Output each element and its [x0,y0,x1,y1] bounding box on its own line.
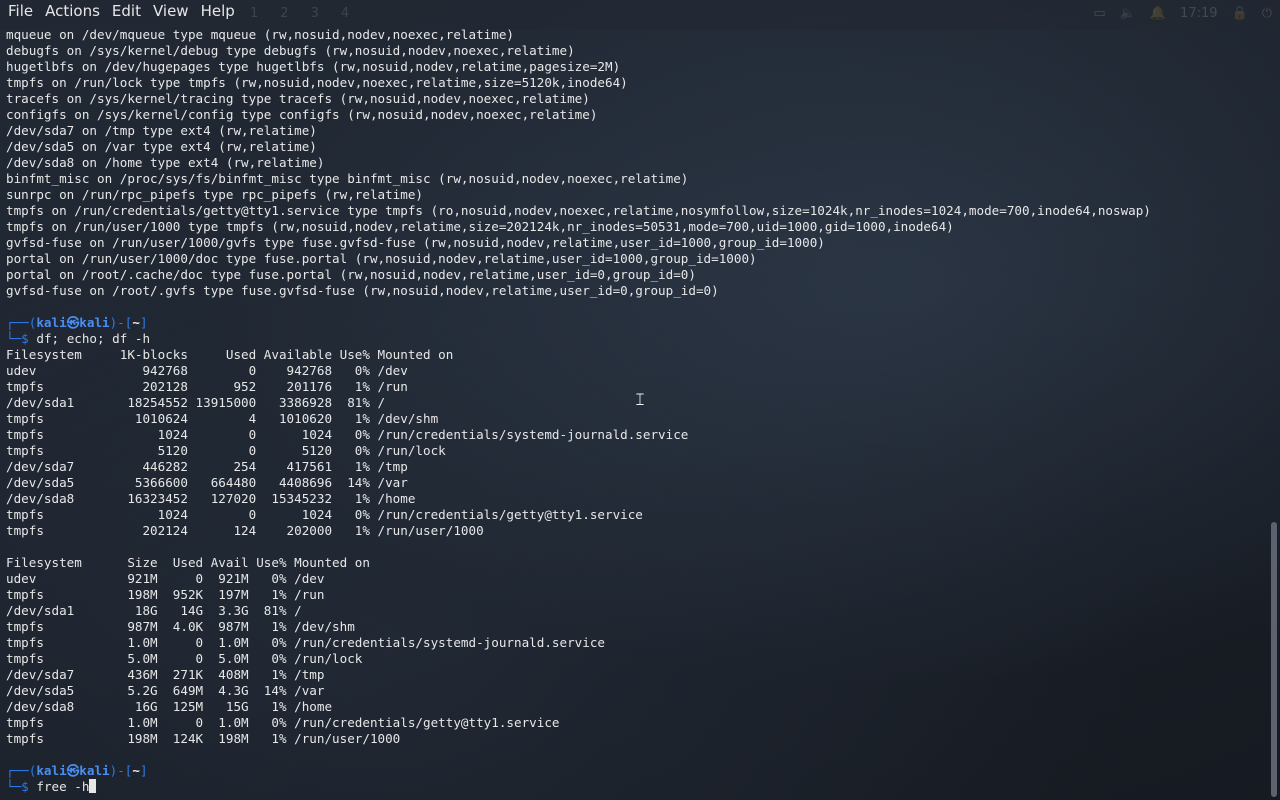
menu-help[interactable]: Help [193,0,239,22]
mount-output-line: debugfs on /sys/kernel/debug type debugf… [6,43,575,58]
df-h-output-line: udev 921M 0 921M 0% /dev [6,571,325,586]
prompt-at: ㉿ [66,763,80,778]
df-output-line: Filesystem 1K-blocks Used Available Use%… [6,347,454,362]
df-output-line: /dev/sda5 5366600 664480 4408696 14% /va… [6,475,408,490]
df-h-output-line: /dev/sda1 18G 14G 3.3G 81% / [6,603,302,618]
mount-output-line: binfmt_misc on /proc/sys/fs/binfmt_misc … [6,171,689,186]
prompt-host: kali [79,315,110,330]
df-h-output-line: tmpfs 1.0M 0 1.0M 0% /run/credentials/ge… [6,715,560,730]
mount-output-line: tmpfs on /run/user/1000 type tmpfs (rw,n… [6,219,954,234]
mount-output-line: portal on /root/.cache/doc type fuse.por… [6,267,696,282]
prompt-line-bottom: └─$ df; echo; df -h [0,331,1268,347]
mount-output-line: mqueue on /dev/mqueue type mqueue (rw,no… [6,27,514,42]
prompt-mid: )-[ [109,763,133,778]
df-h-output-line: tmpfs 987M 4.0K 987M 1% /dev/shm [6,619,355,634]
prompt-line-top: ┌──(kali㉿kali)-[~] [0,315,1268,331]
prompt-mid: )-[ [109,315,133,330]
df-output-line: tmpfs 1010624 4 1010620 1% /dev/shm [6,411,439,426]
df-output-line: /dev/sda8 16323452 127020 15345232 1% /h… [6,491,416,506]
prompt-prefix: ┌──( [6,763,37,778]
mount-output-line: portal on /run/user/1000/doc type fuse.p… [6,251,757,266]
menu-edit[interactable]: Edit [104,0,145,22]
mount-output-line: sunrpc on /run/rpc_pipefs type rpc_pipef… [6,187,424,202]
df-h-output-line: /dev/sda8 16G 125M 15G 1% /home [6,699,333,714]
text-cursor-icon: 𝙸 [634,390,646,410]
prompt-user: kali [36,763,67,778]
mount-output-line: configfs on /sys/kernel/config type conf… [6,107,598,122]
prompt-end: ] [139,315,148,330]
df-h-output-line: tmpfs 198M 952K 197M 1% /run [6,587,325,602]
terminal-menubar: File Actions Edit View Help [0,0,1280,22]
mount-output-line: tmpfs on /run/lock type tmpfs (rw,nosuid… [6,75,628,90]
prompt-user: kali [36,315,67,330]
terminal-output[interactable]: mqueue on /dev/mqueue type mqueue (rw,no… [0,27,1268,800]
mount-output-line: tracefs on /sys/kernel/tracing type trac… [6,91,590,106]
prompt-bottom-prefix: └─ [6,779,22,794]
menu-actions[interactable]: Actions [37,0,104,22]
command-text: free -h [36,779,90,794]
menu-view[interactable]: View [145,0,193,22]
mount-output-line: gvfsd-fuse on /run/user/1000/gvfs type f… [6,235,825,250]
prompt-line-bottom: └─$ free -h [0,779,1268,795]
command-text: df; echo; df -h [36,331,151,346]
df-output-line: tmpfs 202124 124 202000 1% /run/user/100… [6,523,484,538]
df-h-output-line: /dev/sda5 5.2G 649M 4.3G 14% /var [6,683,325,698]
prompt-end: ] [139,763,148,778]
prompt-path: ~ [132,763,140,778]
terminal-scrollbar[interactable] [1268,27,1280,800]
prompt-host: kali [79,763,110,778]
terminal-cursor [89,779,97,793]
df-output-line: udev 942768 0 942768 0% /dev [6,363,408,378]
mount-output-line: /dev/sda5 on /var type ext4 (rw,relatime… [6,139,317,154]
df-output-line: /dev/sda7 446282 254 417561 1% /tmp [6,459,408,474]
mount-output-line: /dev/sda8 on /home type ext4 (rw,relatim… [6,155,325,170]
df-h-output-line: tmpfs 5.0M 0 5.0M 0% /run/lock [6,651,363,666]
menu-file[interactable]: File [0,0,37,22]
df-output-line: tmpfs 1024 0 1024 0% /run/credentials/sy… [6,427,689,442]
mount-output-line: gvfsd-fuse on /root/.gvfs type fuse.gvfs… [6,283,719,298]
mount-output-line: /dev/sda7 on /tmp type ext4 (rw,relatime… [6,123,317,138]
df-h-output-line: Filesystem Size Used Avail Use% Mounted … [6,555,370,570]
mount-output-line: hugetlbfs on /dev/hugepages type hugetlb… [6,59,621,74]
prompt-prefix: ┌──( [6,315,37,330]
mount-output-line: tmpfs on /run/credentials/getty@tty1.ser… [6,203,1151,218]
df-h-output-line: tmpfs 1.0M 0 1.0M 0% /run/credentials/sy… [6,635,605,650]
prompt-at: ㉿ [66,315,80,330]
df-h-output-line: tmpfs 198M 124K 198M 1% /run/user/1000 [6,731,401,746]
scrollbar-thumb[interactable] [1271,522,1277,797]
prompt-dollar: $ [21,779,29,794]
df-output-line: tmpfs 1024 0 1024 0% /run/credentials/ge… [6,507,643,522]
prompt-line-top: ┌──(kali㉿kali)-[~] [0,763,1268,779]
df-output-line: tmpfs 5120 0 5120 0% /run/lock [6,443,446,458]
desktop: 1234 ▭ 🔈 🔔 17:19 🔒 ⏻ File Actions Edit V… [0,0,1280,800]
prompt-bottom-prefix: └─ [6,331,22,346]
df-h-output-line: /dev/sda7 436M 271K 408M 1% /tmp [6,667,325,682]
prompt-path: ~ [132,315,140,330]
prompt-dollar: $ [21,331,29,346]
